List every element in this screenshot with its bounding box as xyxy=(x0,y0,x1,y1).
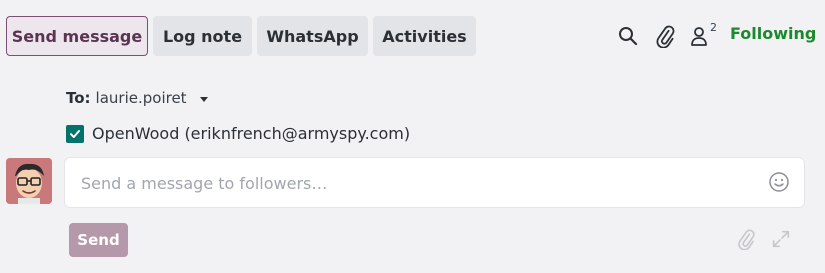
followers-icon[interactable] xyxy=(688,24,712,48)
paperclip-icon[interactable] xyxy=(653,24,677,48)
recipient-checkbox[interactable] xyxy=(66,124,84,143)
suggested-recipient: OpenWood (eriknfrench@armyspy.com) xyxy=(66,124,410,143)
activities-button[interactable]: Activities xyxy=(373,16,476,56)
recipient-label: OpenWood (eriknfrench@armyspy.com) xyxy=(92,124,411,143)
following-toggle[interactable]: Following xyxy=(730,24,816,43)
whatsapp-button[interactable]: WhatsApp xyxy=(257,16,368,56)
message-input[interactable] xyxy=(79,158,763,209)
chevron-down-icon[interactable] xyxy=(199,96,208,102)
chatter-topbar: Send message Log note WhatsApp Activitie… xyxy=(0,0,825,70)
attachment-icon[interactable] xyxy=(735,228,757,250)
send-button[interactable]: Send xyxy=(69,223,128,257)
followers-count: 2 xyxy=(710,21,717,34)
avatar xyxy=(6,158,52,204)
to-value[interactable]: laurie.poiret xyxy=(96,89,187,107)
recipient-to-line: To: laurie.poiret xyxy=(66,89,208,107)
message-composer xyxy=(64,157,805,209)
user-avatar-icon xyxy=(6,158,52,204)
send-message-button[interactable]: Send message xyxy=(6,16,148,56)
log-note-button[interactable]: Log note xyxy=(153,16,252,56)
emoji-icon[interactable] xyxy=(768,171,790,193)
check-icon xyxy=(70,129,80,138)
search-icon[interactable] xyxy=(616,24,640,48)
to-label: To: xyxy=(66,89,91,107)
expand-icon[interactable] xyxy=(770,228,792,250)
